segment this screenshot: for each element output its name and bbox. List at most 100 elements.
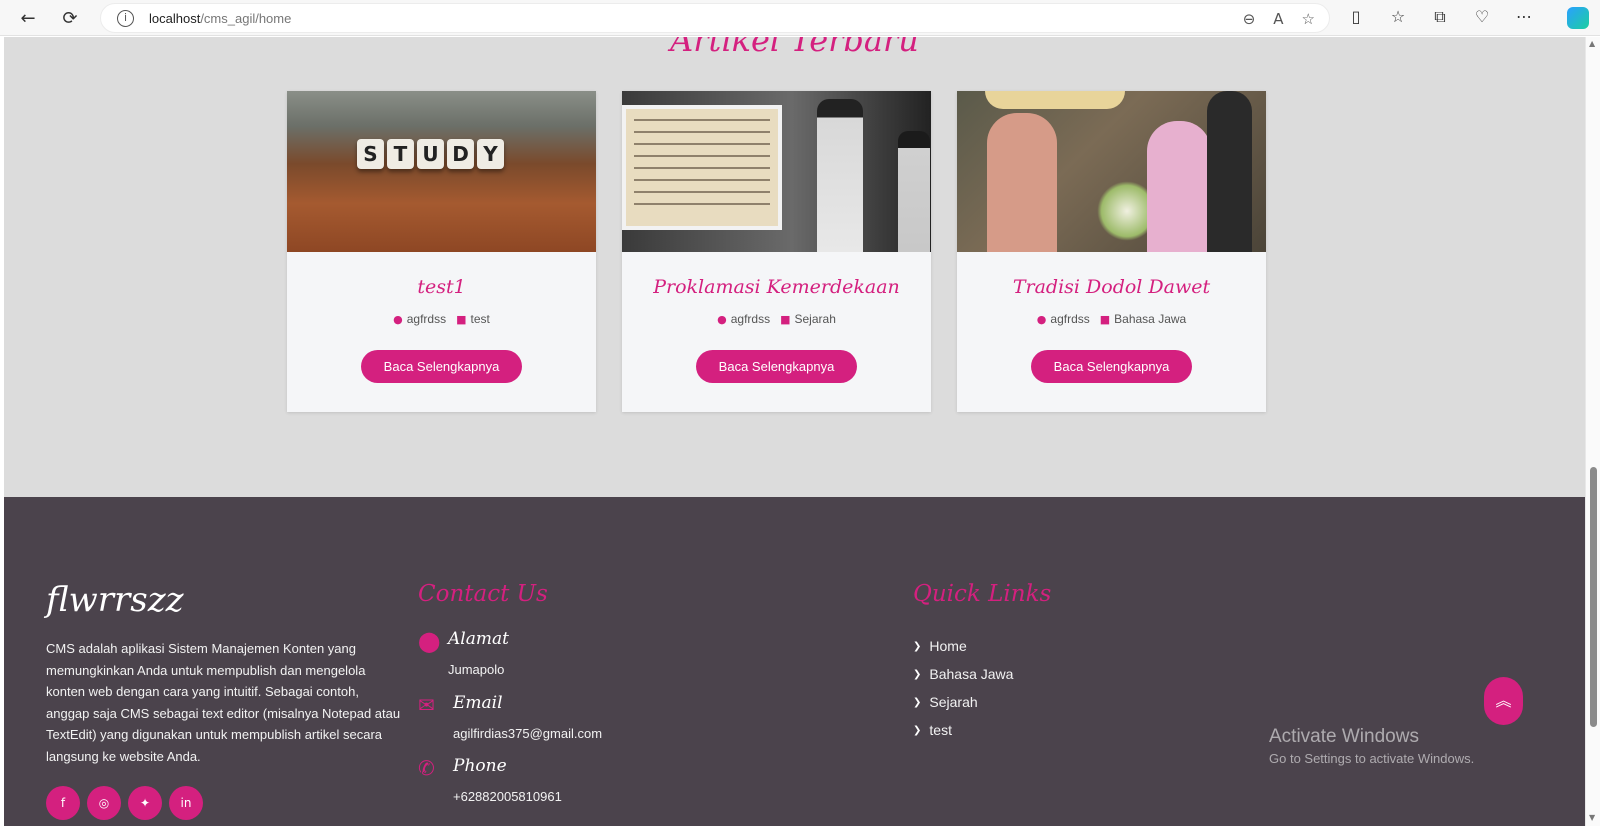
scroll-down-icon[interactable]: ▼ [1589,813,1595,822]
split-screen-icon[interactable]: ▯ [1345,6,1367,28]
author-name: agfrdss [406,312,447,326]
quick-links-title: Quick Links [913,581,1052,607]
social-links: f ◎ ✦ in [46,786,203,820]
umbrella-graphic [985,91,1125,109]
watermark-subtitle: Go to Settings to activate Windows. [1269,751,1475,766]
category-meta: ■ Bahasa Jawa [1100,312,1186,326]
quick-link-home[interactable]: ❯ Home [913,632,1013,660]
user-icon: ● [717,312,727,326]
author-name: agfrdss [730,312,771,326]
copilot-icon[interactable] [1567,7,1589,29]
article-meta: ● agfrdss ■ test [287,312,596,326]
user-icon: ● [393,312,403,326]
article-meta: ● agfrdss ■ Sejarah [622,312,931,326]
quick-link-label: Home [929,638,967,654]
user-icon: ● [1036,312,1047,326]
more-menu-icon[interactable]: ⋯ [1513,6,1535,28]
url-path: /cms_agil/home [200,11,292,26]
read-more-button[interactable]: Baca Selengkapnya [696,350,857,383]
back-icon[interactable]: ← [14,4,42,32]
chevron-right-icon: ❯ [913,668,922,680]
article-meta: ● agfrdss ■ Bahasa Jawa [957,312,1266,326]
article-card: Tradisi Dodol Dawet ● agfrdss ■ Bahasa Jaw… [957,91,1266,412]
read-more-button[interactable]: Baca Selengkapnya [1031,350,1192,383]
info-icon[interactable]: i [117,10,134,27]
study-dice-image[interactable]: S T U D Y [287,91,596,252]
instagram-icon[interactable]: ◎ [87,786,121,820]
favorite-star-icon[interactable]: ☆ [1302,8,1315,30]
quick-links-list: ❯ Home ❯ Bahasa Jawa ❯ Sejarah ❯ test [913,632,1013,744]
quick-link-bahasa-jawa[interactable]: ❯ Bahasa Jawa [913,660,1013,688]
facebook-icon[interactable]: f [46,786,80,820]
author-meta: ● agfrdss [1037,312,1090,326]
quick-link-label: test [929,722,952,738]
quick-link-label: Bahasa Jawa [929,666,1014,682]
chevron-right-icon: ❯ [913,696,922,708]
url-text[interactable]: localhost/cms_agil/home [149,11,291,26]
figure-graphic [817,99,863,252]
figure-graphic [898,131,930,252]
article-title[interactable]: Tradisi Dodol Dawet [957,276,1266,298]
article-title[interactable]: Proklamasi Kemerdekaan [622,276,931,298]
chevron-right-icon: ❯ [913,724,922,736]
category-name: Bahasa Jawa [1114,312,1187,326]
contact-value[interactable]: +62882005810961 [453,789,562,804]
url-host: localhost [149,11,201,26]
category-meta: ■ Sejarah [780,312,836,326]
site-footer: flwrrszz CMS adalah aplikasi Sistem Mana… [4,497,1585,826]
proklamasi-photo[interactable] [622,91,931,252]
person-graphic [1207,91,1252,252]
contact-label: Email [453,693,503,713]
map-pin-icon: ⬤ [418,629,441,653]
die: T [387,139,414,169]
page-scrollbar[interactable]: ▲ ▼ [1585,37,1600,826]
collections-icon[interactable]: ⧉ [1429,6,1451,28]
address-bar[interactable]: i localhost/cms_agil/home ⊖ A ☆ [100,3,1330,33]
author-meta: ● agfrdss [393,312,446,326]
scroll-up-icon[interactable]: ▲ [1589,39,1595,48]
dice-row: S T U D Y [357,139,504,169]
contact-label: Phone [453,756,507,776]
category-meta: ■ test [456,312,490,326]
die: D [447,139,474,169]
read-more-button[interactable]: Baca Selengkapnya [361,350,522,383]
contact-title: Contact Us [418,581,548,607]
browser-essentials-icon[interactable]: ♡ [1471,6,1493,28]
manuscript-graphic [622,105,782,230]
quick-link-label: Sejarah [929,694,978,710]
contact-value: Jumapolo [448,662,505,677]
person-graphic [987,113,1057,252]
tradisi-photo[interactable] [957,91,1266,252]
chevron-right-icon: ❯ [913,640,922,652]
folder-icon: ■ [456,312,467,326]
folder-icon: ■ [780,312,791,326]
zoom-icon[interactable]: ⊖ [1243,8,1256,30]
refresh-icon[interactable]: ⟳ [56,4,84,32]
contact-value[interactable]: agilfirdias375@gmail.com [453,726,602,741]
article-title[interactable]: test1 [287,276,596,298]
footer-about-text: CMS adalah aplikasi Sistem Manajemen Kon… [46,641,401,764]
die: S [357,139,384,169]
contact-label: Alamat [448,629,509,649]
article-card: S T U D Y test1 ● agfrdss ■ test Baca Sele… [287,91,596,412]
author-meta: ● agfrdss [717,312,770,326]
person-graphic [1147,121,1211,252]
latest-articles-section: Artikel Terbaru S T U D Y test1 ● agfrdss… [4,37,1585,508]
quick-link-sejarah[interactable]: ❯ Sejarah [913,688,1013,716]
twitter-icon[interactable]: ✦ [128,786,162,820]
envelope-icon: ✉ [418,693,435,717]
activate-windows-watermark: Activate Windows Go to Settings to activ… [1269,726,1474,766]
back-to-top-button[interactable]: ︽ [1484,677,1523,725]
watermark-title: Activate Windows [1269,726,1419,747]
phone-icon: ✆ [418,756,435,780]
scroll-thumb[interactable] [1590,467,1597,727]
favorites-icon[interactable]: ☆ [1387,6,1409,28]
read-aloud-icon[interactable]: A [1273,8,1283,30]
category-name: Sejarah [794,312,836,326]
footer-brand: flwrrszz [46,580,184,620]
author-name: agfrdss [1050,312,1090,326]
quick-link-test[interactable]: ❯ test [913,716,1013,744]
browser-toolbar: ← ⟳ i localhost/cms_agil/home ⊖ A ☆ ▯ ☆ … [0,0,1600,36]
die: U [417,139,444,169]
linkedin-icon[interactable]: in [169,786,203,820]
